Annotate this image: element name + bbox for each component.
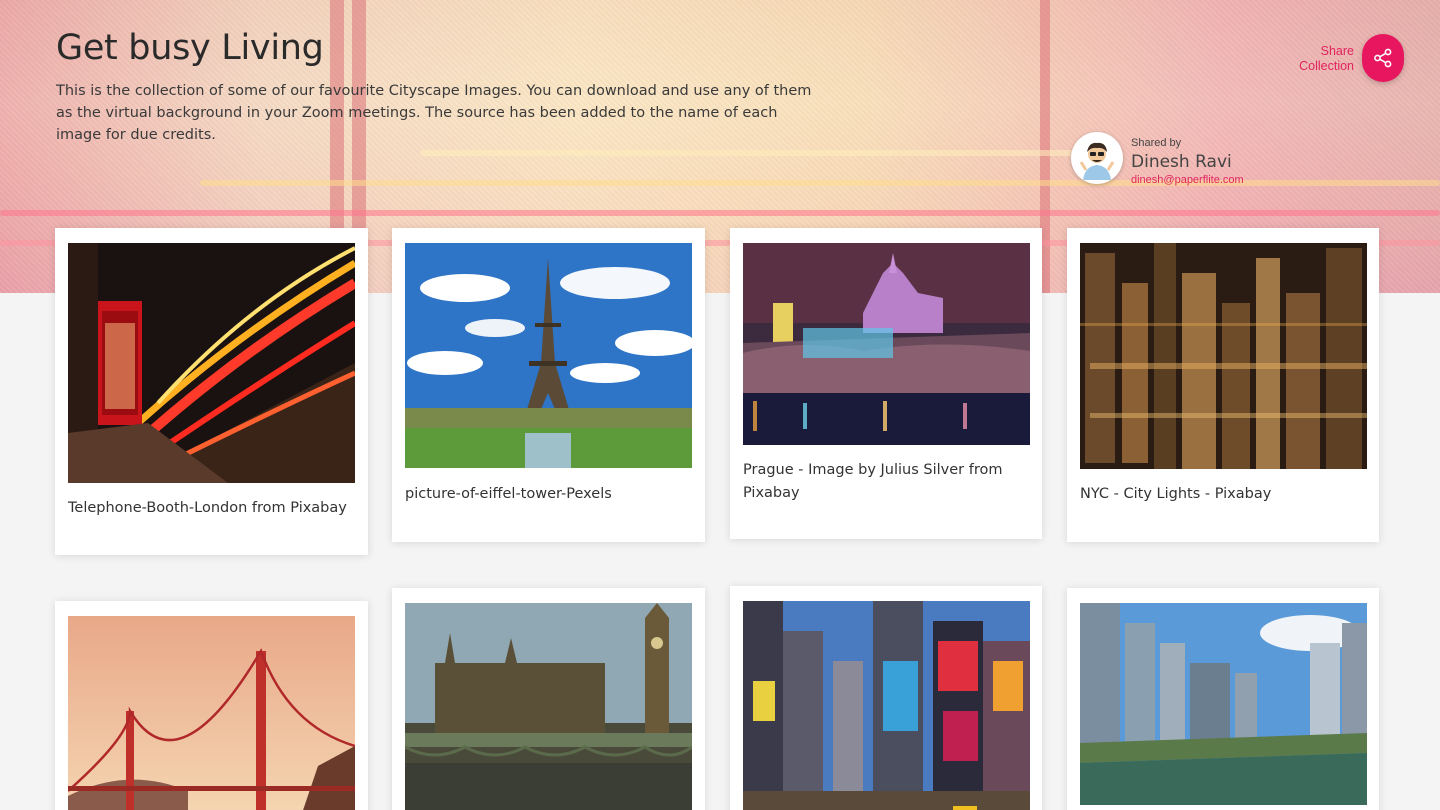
image-thumbnail[interactable] xyxy=(743,243,1030,445)
image-caption: Prague - Image by Julius Silver from Pix… xyxy=(743,462,1003,501)
share-collection[interactable]: Share Collection xyxy=(1290,34,1406,84)
sharer-email[interactable]: dinesh@paperflite.com xyxy=(1131,174,1244,186)
image-thumbnail[interactable] xyxy=(68,243,355,483)
image-caption: picture-of-eiffel-tower-Pexels xyxy=(405,486,612,502)
collection-description: This is the collection of some of our fa… xyxy=(56,83,812,143)
image-thumbnail[interactable] xyxy=(1080,243,1367,469)
share-collection-label[interactable]: Share Collection xyxy=(1274,44,1354,74)
share-button[interactable] xyxy=(1362,34,1404,82)
sharer-name: Dinesh Ravi xyxy=(1131,152,1232,172)
image-thumbnail[interactable] xyxy=(405,603,692,810)
image-card[interactable]: picture-of-eiffel-tower-Pexels xyxy=(392,228,705,542)
image-card[interactable] xyxy=(1067,588,1379,810)
image-card[interactable]: Prague - Image by Julius Silver from Pix… xyxy=(730,228,1042,539)
shared-by-block: Shared by Dinesh Ravi dinesh@paperflite.… xyxy=(1071,132,1291,192)
image-card[interactable]: Telephone-Booth-London from Pixabay xyxy=(55,228,368,555)
image-card[interactable] xyxy=(392,588,705,810)
image-thumbnail[interactable] xyxy=(1080,603,1367,805)
image-thumbnail[interactable] xyxy=(68,616,355,810)
avatar xyxy=(1071,132,1123,184)
image-caption: NYC - City Lights - Pixabay xyxy=(1080,486,1272,502)
collection-title: Get busy Living xyxy=(56,28,324,68)
shared-by-label: Shared by xyxy=(1131,137,1182,149)
image-card[interactable]: NYC - City Lights - Pixabay xyxy=(1067,228,1379,542)
image-thumbnail[interactable] xyxy=(405,243,692,468)
image-card[interactable] xyxy=(730,586,1042,810)
image-thumbnail[interactable] xyxy=(743,601,1030,810)
image-caption: Telephone-Booth-London from Pixabay xyxy=(68,500,347,516)
share-icon xyxy=(1372,47,1394,69)
image-card[interactable] xyxy=(55,601,368,810)
